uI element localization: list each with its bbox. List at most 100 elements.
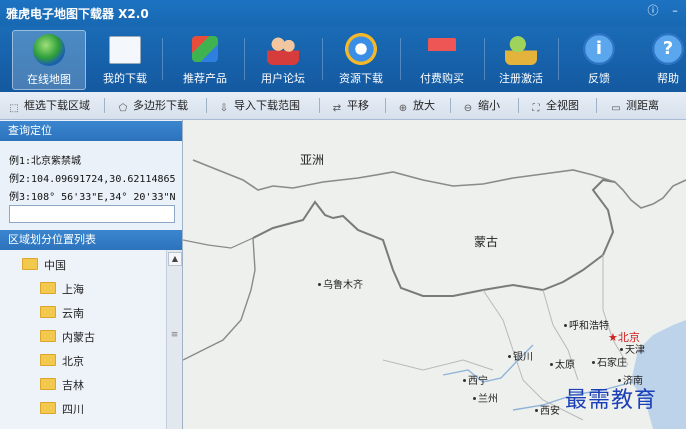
zoom-out-icon: ⊖ — [463, 103, 473, 114]
watermark-text: 最需教育 — [565, 388, 658, 413]
info-circle-icon[interactable]: ⓘ — [646, 4, 660, 18]
map-label-mongolia: 蒙古 — [474, 235, 499, 249]
ribbon-separator — [162, 38, 163, 80]
tree-scrollbar[interactable]: ▲ ≡ — [166, 250, 182, 429]
tree-item[interactable]: 云南 — [40, 306, 84, 322]
region-tree: 中国 上海 云南 内蒙古 北京 吉林 四川 — [0, 250, 166, 429]
ribbon-label: 推荐产品 — [183, 72, 227, 85]
full-view-tool[interactable]: ⛶ 全视图 — [530, 98, 580, 114]
folder-icon — [40, 282, 56, 294]
tool-label: 全视图 — [546, 99, 579, 112]
measure-distance-tool[interactable]: ▭ 测距离 — [610, 98, 659, 114]
map-city-hohhot: 呼和浩特 — [564, 317, 609, 332]
tree-item[interactable]: 上海 — [40, 282, 84, 298]
users-icon — [267, 33, 299, 65]
tree-item-label: 吉林 — [62, 379, 84, 392]
ribbon-purchase-button[interactable]: 付费购买 — [406, 30, 478, 88]
select-rect-tool[interactable]: ⬚ 框选下载区域 — [8, 98, 90, 114]
toolbar-separator — [104, 98, 105, 113]
folder-icon — [40, 402, 56, 414]
tree-item[interactable]: 吉林 — [40, 378, 84, 394]
pan-icon: ⇄ — [332, 103, 342, 114]
zoom-in-icon: ⊕ — [398, 103, 408, 114]
pan-tool[interactable]: ⇄ 平移 — [331, 98, 369, 114]
toolbar-separator — [385, 98, 386, 113]
app-title: 雅虎电子地图下载器 X2.0 — [6, 7, 149, 21]
import-range-tool[interactable]: ⇩ 导入下载范围 — [218, 98, 300, 114]
info-icon: i — [583, 33, 615, 65]
tree-item-label: 四川 — [62, 403, 84, 416]
ribbon-register-button[interactable]: 注册激活 — [490, 30, 552, 88]
globe-icon — [33, 34, 65, 66]
zoom-in-tool[interactable]: ⊕ 放大 — [397, 98, 435, 114]
ribbon-label: 资源下载 — [339, 72, 383, 85]
location-search-input[interactable] — [9, 205, 175, 223]
map-city-lanzhou: 兰州 — [473, 390, 498, 405]
zoom-out-tool[interactable]: ⊖ 缩小 — [462, 98, 500, 114]
toolbar-separator — [450, 98, 451, 113]
scroll-grip-icon[interactable]: ≡ — [170, 330, 179, 340]
ribbon-separator — [322, 38, 323, 80]
lock-user-icon — [505, 33, 537, 65]
tree-item-label: 北京 — [62, 355, 84, 368]
map-city-taiyuan: 太原 — [550, 356, 575, 371]
query-example-2: 例2:104.09691724,30.62114865 — [9, 174, 176, 185]
tool-label: 框选下载区域 — [24, 99, 90, 112]
ribbon-forum-button[interactable]: 用户论坛 — [250, 30, 316, 88]
ribbon-separator — [484, 38, 485, 80]
ribbon-label: 我的下载 — [103, 72, 147, 85]
tree-item-label: 中国 — [44, 259, 66, 272]
polygon-tool[interactable]: ⬠ 多边形下载 — [117, 98, 188, 114]
tool-label: 测距离 — [626, 99, 659, 112]
tree-item[interactable]: 内蒙古 — [40, 330, 95, 346]
help-icon: ? — [652, 33, 684, 65]
ribbon-label: 付费购买 — [420, 72, 464, 85]
tree-item[interactable]: 北京 — [40, 354, 84, 370]
ribbon-separator — [558, 38, 559, 80]
chevron-up-icon[interactable]: ▲ — [168, 252, 182, 266]
minimize-icon[interactable]: – — [668, 4, 682, 18]
map-city-urumqi: 乌鲁木齐 — [318, 276, 363, 291]
tree-item-label: 云南 — [62, 307, 84, 320]
polygon-icon: ⬠ — [118, 103, 128, 114]
folder-icon — [22, 258, 38, 270]
tool-label: 导入下载范围 — [234, 99, 300, 112]
ie-download-icon — [345, 33, 377, 65]
query-example-3: 例3:108° 56'33"E,34° 20'33"N — [9, 192, 176, 203]
tool-label: 平移 — [347, 99, 369, 112]
tree-item-label: 内蒙古 — [62, 331, 95, 344]
title-bar: 雅虎电子地图下载器 X2.0 ⓘ – — [0, 0, 686, 26]
ribbon-resource-download-button[interactable]: 资源下载 — [328, 30, 394, 88]
ribbon-label: 注册激活 — [499, 72, 543, 85]
toolbar-separator — [518, 98, 519, 113]
shopping-cart-icon — [428, 38, 456, 60]
map-city-yinchuan: 银川 — [508, 348, 533, 363]
document-list-icon — [109, 36, 141, 64]
select-rect-icon: ⬚ — [9, 103, 19, 114]
map-city-xining: 西宁 — [463, 372, 488, 387]
map-city-shijiazhuang: 石家庄 — [592, 354, 627, 369]
toolbar-separator — [319, 98, 320, 113]
tree-item-root[interactable]: 中国 — [22, 258, 66, 274]
full-view-icon: ⛶ — [532, 103, 540, 114]
ribbon-my-downloads-button[interactable]: 我的下载 — [92, 30, 158, 88]
tool-label: 缩小 — [478, 99, 500, 112]
ribbon-separator — [244, 38, 245, 80]
import-icon: ⇩ — [219, 103, 229, 114]
folder-icon — [40, 306, 56, 318]
toolbar-separator — [206, 98, 207, 113]
map-label-asia: 亚洲 — [300, 153, 325, 167]
ruler-icon: ▭ — [611, 103, 621, 114]
query-example-1: 例1:北京紫禁城 — [9, 156, 82, 167]
ribbon-feedback-button[interactable]: i 反馈 — [566, 30, 632, 88]
region-list-header: 区域划分位置列表 — [0, 230, 182, 250]
tree-item[interactable]: 四川 — [40, 402, 84, 418]
ribbon-recommended-button[interactable]: 推荐产品 — [172, 30, 238, 88]
ribbon-online-map-button[interactable]: 在线地图 — [12, 30, 86, 90]
query-panel-header: 查询定位 — [0, 121, 182, 141]
ribbon-label: 用户论坛 — [261, 72, 305, 85]
map-city-xian: 西安 — [535, 402, 560, 417]
ribbon-help-button[interactable]: ? 帮助 — [650, 30, 686, 88]
tree-item-label: 上海 — [62, 283, 84, 296]
ribbon-label: 反馈 — [588, 72, 610, 85]
